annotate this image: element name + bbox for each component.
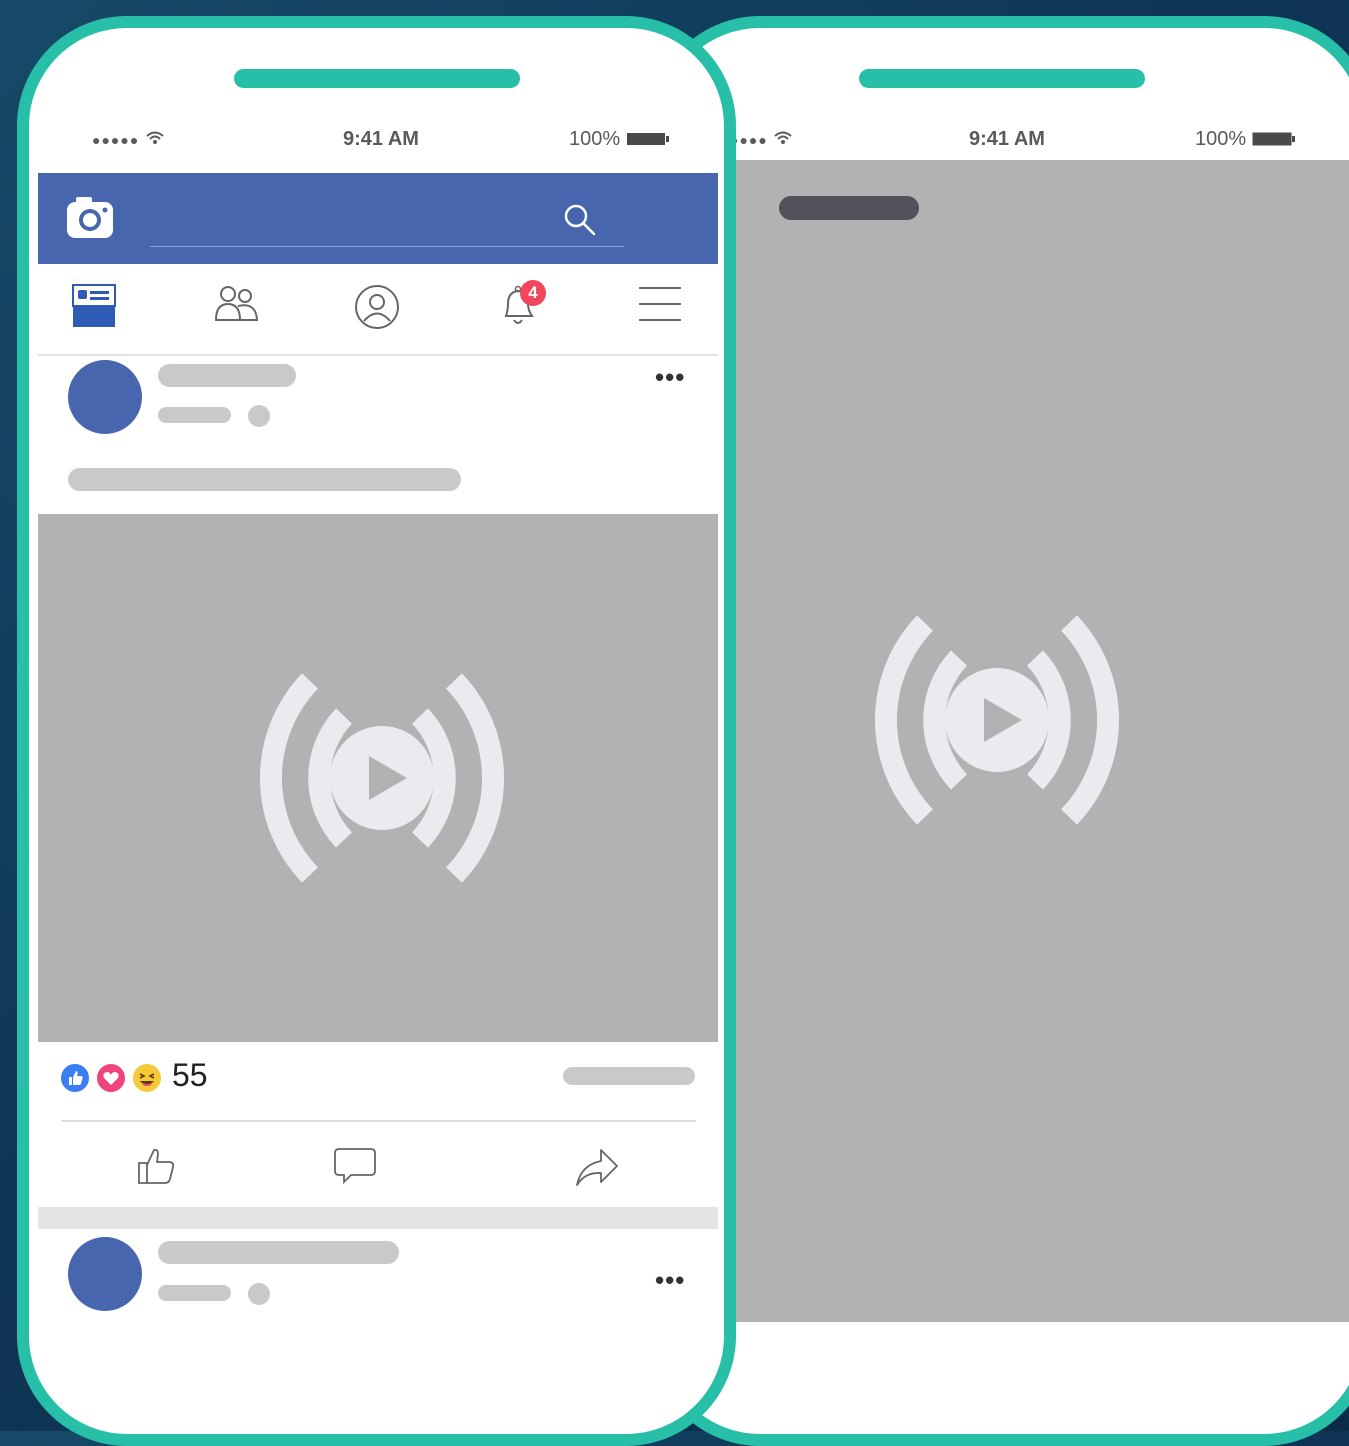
battery-indicator: 100%: [569, 128, 670, 156]
clock: 9:41 AM: [343, 128, 419, 150]
more-options-button[interactable]: •••: [655, 362, 685, 393]
avatar[interactable]: [68, 360, 142, 434]
wifi-icon: [774, 131, 793, 144]
timestamp-placeholder: [158, 1285, 231, 1301]
like-action-icon[interactable]: [135, 1143, 179, 1187]
news-feed-icon: [72, 284, 116, 327]
live-video-fullscreen[interactable]: [662, 160, 1349, 1322]
signal-indicator: ●●●●●: [92, 128, 165, 156]
speaker-grille: [234, 69, 520, 88]
profile-icon: [355, 285, 399, 329]
tab-news-feed[interactable]: [72, 284, 122, 334]
tab-notifications[interactable]: 4: [496, 280, 546, 334]
privacy-icon-placeholder: [248, 405, 270, 427]
battery-icon: [626, 133, 669, 145]
app-header-bar: [38, 173, 718, 264]
battery-indicator: 100%: [1195, 128, 1296, 156]
battery-icon: [1252, 132, 1295, 146]
timestamp-placeholder: [158, 407, 231, 423]
clock: 9:41 AM: [969, 128, 1045, 150]
tab-bar: 4: [38, 264, 718, 356]
author-name-placeholder: [158, 1241, 399, 1264]
phone-frame-front: ●●●●● 9:41 AM 100% 4 ••• 55 •••: [17, 16, 736, 1446]
live-broadcast-play-icon[interactable]: [867, 615, 1127, 825]
tab-profile[interactable]: [354, 284, 404, 334]
share-action-icon[interactable]: [575, 1146, 619, 1190]
signal-indicator: ●●●●: [730, 128, 793, 156]
wifi-icon: [146, 131, 164, 144]
live-video-thumbnail[interactable]: [38, 514, 718, 1042]
signal-dots: ●●●●●: [92, 132, 140, 148]
post-text-placeholder: [68, 468, 461, 491]
notification-badge: 4: [520, 280, 546, 306]
author-name-placeholder: [158, 364, 296, 387]
like-reaction-icon: [59, 1062, 91, 1094]
friends-icon: [214, 286, 259, 321]
privacy-icon-placeholder: [248, 1283, 270, 1305]
tab-menu[interactable]: [638, 284, 688, 334]
comments-count-placeholder: [563, 1067, 695, 1085]
tab-friends[interactable]: [212, 284, 262, 334]
more-options-button[interactable]: •••: [655, 1265, 685, 1296]
username-placeholder: [779, 196, 919, 220]
speaker-grille: [859, 69, 1145, 88]
reaction-count: 55: [172, 1057, 208, 1093]
phone-frame-back: ●●●● 9:41 AM 100%: [650, 16, 1349, 1446]
feed-separator: [38, 1207, 718, 1229]
battery-percent: 100%: [1195, 128, 1247, 150]
divider: [61, 1120, 696, 1122]
love-reaction-icon: [95, 1062, 127, 1094]
comment-action-icon[interactable]: [333, 1143, 377, 1187]
search-field[interactable]: [150, 193, 624, 247]
avatar[interactable]: [68, 1237, 142, 1311]
search-icon[interactable]: [563, 203, 597, 237]
search-underline: [150, 246, 624, 247]
haha-reaction-icon: [131, 1062, 163, 1094]
battery-percent: 100%: [569, 128, 621, 150]
camera-icon[interactable]: [66, 195, 114, 239]
hamburger-menu-icon: [639, 287, 681, 321]
live-broadcast-play-icon[interactable]: [252, 673, 512, 883]
